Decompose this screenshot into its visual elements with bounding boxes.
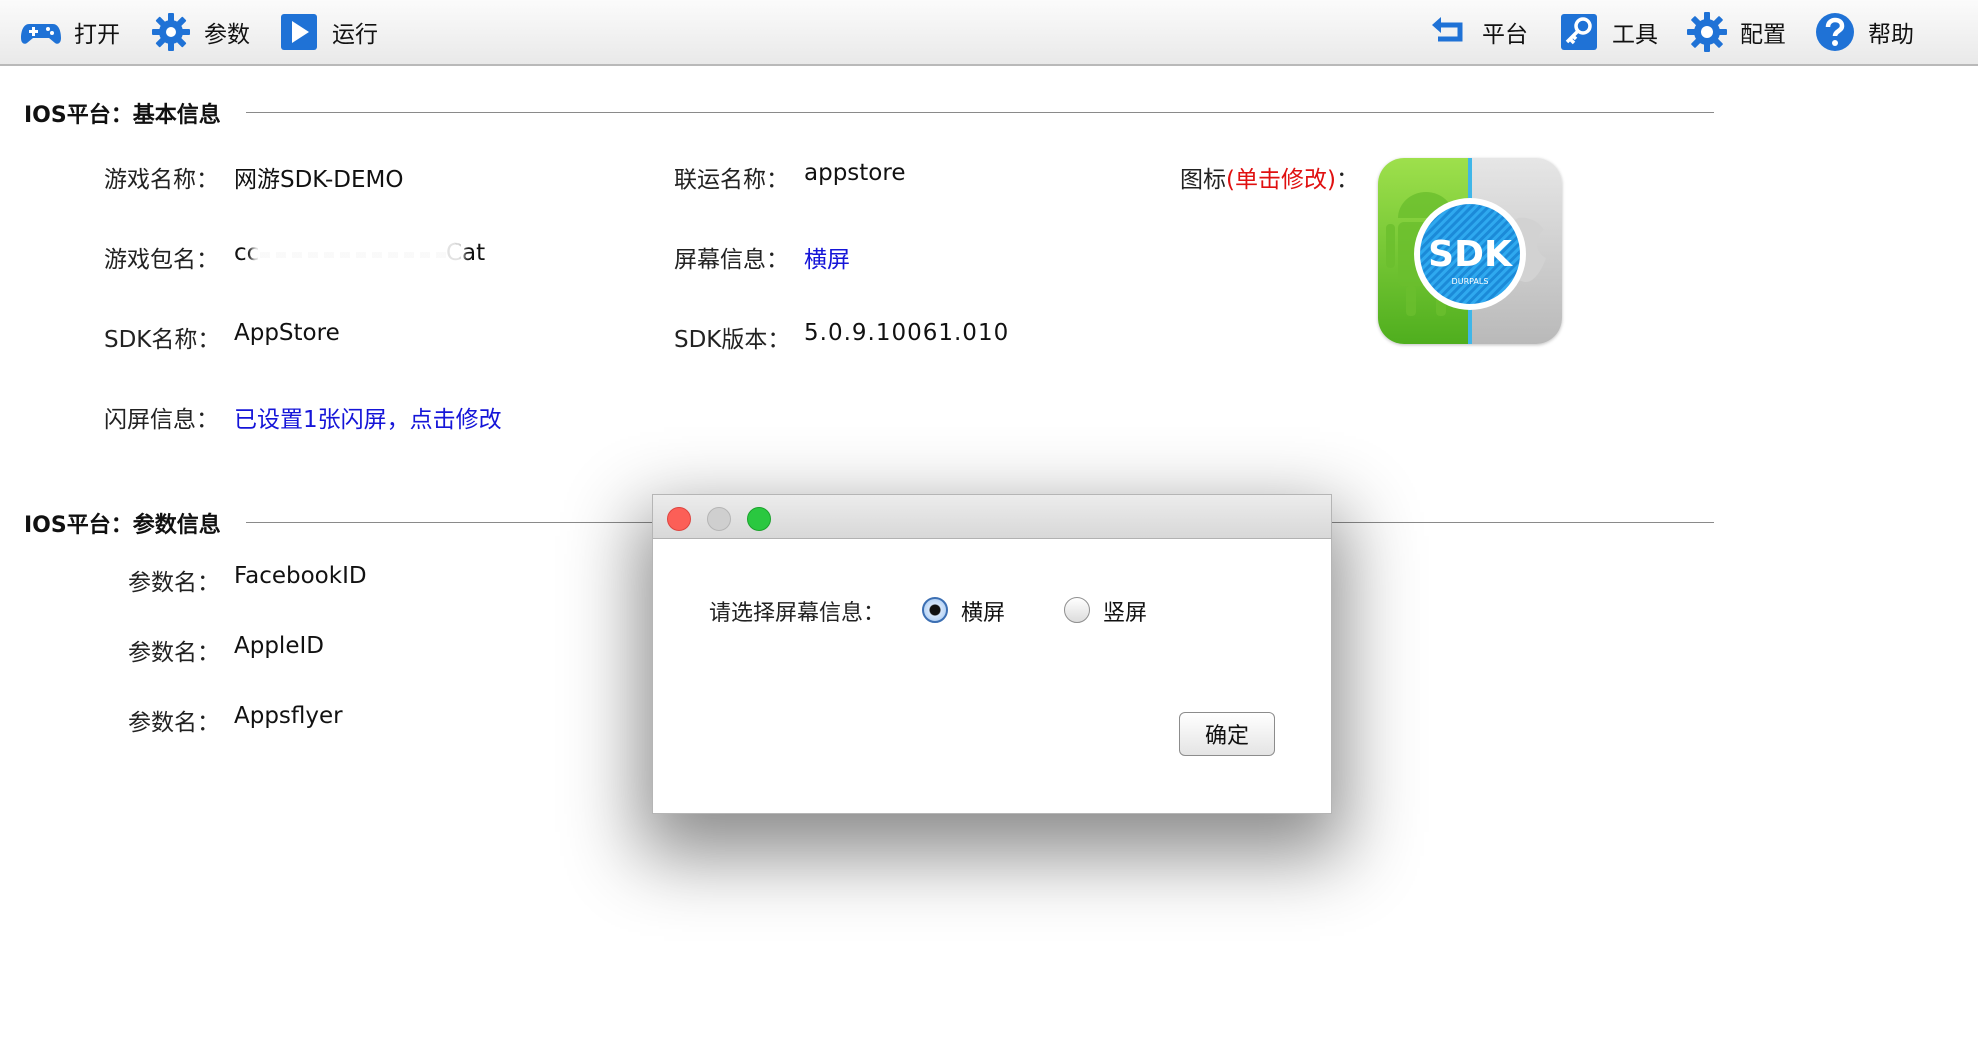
icon-label-suffix: ： <box>1335 167 1359 193</box>
play-icon <box>281 14 317 50</box>
dialog-close-button[interactable] <box>667 507 691 531</box>
ok-button[interactable]: 确定 <box>1179 712 1275 756</box>
sdk-logo-icon: SDK DURPALS <box>1378 158 1562 344</box>
toolbar: 打开 参数 运行 平台 工具 配置 帮助 <box>0 0 1978 66</box>
toolbar-config-label: 配置 <box>1740 22 1786 48</box>
dialog-body: 请选择屏幕信息： 横屏 竖屏 确定 <box>653 539 1331 813</box>
toolbar-params-label: 参数 <box>204 22 250 48</box>
portrait-radio[interactable] <box>1064 597 1090 623</box>
basic-section-title: IOS平台：基本信息 <box>24 97 233 129</box>
icon-label-prefix: 图标 <box>1180 167 1226 193</box>
app-icon-image[interactable]: SDK DURPALS <box>1378 158 1562 344</box>
icon-edit-hint: (单击修改) <box>1226 167 1336 193</box>
screen-orientation-dialog: 请选择屏幕信息： 横屏 竖屏 确定 <box>652 494 1332 814</box>
param-label: 参数名： <box>128 710 220 736</box>
portrait-radio-label[interactable]: 竖屏 <box>1103 595 1147 627</box>
dialog-titlebar[interactable] <box>653 495 1331 539</box>
toolbar-open-label: 打开 <box>74 22 120 48</box>
toolbar-help-button[interactable]: 帮助 <box>1814 8 1914 56</box>
game-name-value: 网游SDK-DEMO <box>234 167 404 193</box>
sdk-version-value: 5.0.9.10061.010 <box>804 320 1010 346</box>
package-name-label: 游戏包名： <box>104 247 219 273</box>
screen-info-label: 屏幕信息： <box>674 247 789 273</box>
toolbar-run-button[interactable]: 运行 <box>278 8 378 56</box>
screen-info-link[interactable]: 横屏 <box>804 240 850 274</box>
toolbar-help-label: 帮助 <box>1868 22 1914 48</box>
param-appleid-value: AppleID <box>234 633 324 659</box>
basic-section-divider <box>246 112 1714 113</box>
param-appsflyer-value: Appsflyer <box>234 703 343 729</box>
toolbar-open-button[interactable]: 打开 <box>20 8 120 56</box>
sdk-name-value: AppStore <box>234 320 340 346</box>
toolbar-run-label: 运行 <box>332 22 378 48</box>
gamepad-icon <box>21 24 61 44</box>
sdk-version-label: SDK版本： <box>674 327 791 353</box>
toolbar-platform-label: 平台 <box>1482 22 1528 48</box>
channel-name-value: appstore <box>804 160 906 186</box>
param-label: 参数名： <box>128 640 220 666</box>
landscape-radio[interactable] <box>922 597 948 623</box>
landscape-radio-label[interactable]: 横屏 <box>961 595 1005 627</box>
toolbar-tools-label: 工具 <box>1612 22 1658 48</box>
package-name-blur <box>258 242 458 266</box>
game-name-label: 游戏名称： <box>104 167 219 193</box>
toolbar-config-button[interactable]: 配置 <box>1686 8 1786 56</box>
app-icon-sub-text: DURPALS <box>1452 277 1489 286</box>
channel-name-label: 联运名称： <box>674 167 789 193</box>
param-section-title: IOS平台：参数信息 <box>24 507 233 539</box>
param-facebookid-value: FacebookID <box>234 563 367 589</box>
dialog-prompt: 请选择屏幕信息： <box>709 601 886 626</box>
gear-icon <box>152 13 190 51</box>
switch-icon <box>1432 17 1463 42</box>
sdk-name-label: SDK名称： <box>104 327 221 353</box>
splash-info-link[interactable]: 已设置1张闪屏，点击修改 <box>234 400 502 434</box>
dialog-zoom-button[interactable] <box>747 507 771 531</box>
key-icon <box>1561 14 1597 50</box>
param-label: 参数名： <box>128 570 220 596</box>
toolbar-platform-button[interactable]: 平台 <box>1428 8 1528 56</box>
dialog-minimize-button[interactable] <box>707 507 731 531</box>
toolbar-tools-button[interactable]: 工具 <box>1558 8 1658 56</box>
settings-icon <box>1687 12 1727 52</box>
package-name-value-start: cc <box>234 240 260 266</box>
help-icon <box>1816 13 1854 51</box>
splash-info-label: 闪屏信息： <box>104 407 219 433</box>
app-icon-badge-text: SDK <box>1428 234 1513 275</box>
icon-label: 图标(单击修改)： <box>1180 160 1359 194</box>
toolbar-params-button[interactable]: 参数 <box>150 8 250 56</box>
